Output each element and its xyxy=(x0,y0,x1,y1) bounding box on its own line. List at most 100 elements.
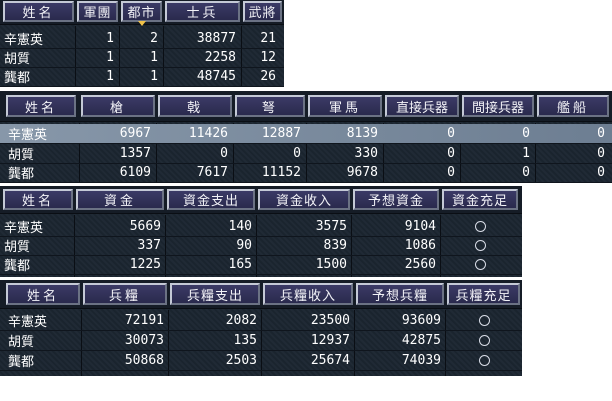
city-overview-panel: 姓名 軍團 都市 士兵 武將 辛憲英 1 2 38877 21 胡質 1 1 2… xyxy=(0,0,284,87)
provisions-value: 72191 xyxy=(124,313,164,328)
circle-icon xyxy=(478,335,490,346)
col-header-provisions-income[interactable]: 兵糧收入 xyxy=(263,283,353,305)
col-header-direct-weapons[interactable]: 直接兵器 xyxy=(385,95,459,117)
provisions-forecast-value: 93609 xyxy=(401,313,441,328)
table-row[interactable]: 龔都 1225 165 1500 2560 xyxy=(0,255,522,275)
col-header-indirect-weapons[interactable]: 間接兵器 xyxy=(462,95,534,117)
circle-icon xyxy=(474,240,486,251)
table-row-selected[interactable]: 辛憲英 6967 11426 12887 8139 0 0 0 xyxy=(0,124,612,144)
funds-forecast-value: 9104 xyxy=(404,219,436,234)
col-header-crossbow[interactable]: 弩 xyxy=(235,95,305,117)
funds-forecast-value: 2560 xyxy=(404,257,436,272)
col-header-horse[interactable]: 軍馬 xyxy=(308,95,382,117)
provisions-spending-value: 135 xyxy=(233,333,257,348)
provisions-value: 30073 xyxy=(124,333,164,348)
horse-value: 9678 xyxy=(346,165,378,180)
halberd-value: 0 xyxy=(220,146,228,161)
generals-value: 12 xyxy=(260,50,276,65)
provisions-forecast-value: 42875 xyxy=(401,333,441,348)
soldiers-value: 38877 xyxy=(196,31,236,46)
funds-value: 337 xyxy=(137,238,161,253)
army-value: 1 xyxy=(106,31,114,46)
provisions-forecast-value: 74039 xyxy=(401,353,441,368)
circle-icon xyxy=(478,315,490,326)
halberd-value: 11426 xyxy=(188,126,228,141)
provisions-income-value: 23500 xyxy=(310,313,350,328)
table-row[interactable]: 胡質 337 90 839 1086 xyxy=(0,236,522,256)
funds-income-value: 1500 xyxy=(315,257,347,272)
col-header-army[interactable]: 軍團 xyxy=(77,1,118,22)
officer-name: 龔都 xyxy=(4,259,31,274)
crossbow-value: 11152 xyxy=(261,165,301,180)
crossbow-value: 0 xyxy=(293,146,301,161)
col-header-funds-sufficient[interactable]: 資金充足 xyxy=(442,189,518,210)
city-overview-header: 姓名 軍團 都市 士兵 武將 xyxy=(0,0,284,26)
ships-value: 0 xyxy=(597,126,605,141)
col-header-spear[interactable]: 槍 xyxy=(81,95,155,117)
col-header-city[interactable]: 都市 xyxy=(121,1,162,26)
col-header-funds-forecast[interactable]: 予想資金 xyxy=(353,189,439,210)
circle-icon xyxy=(478,355,490,366)
horse-value: 330 xyxy=(354,146,378,161)
halberd-value: 7617 xyxy=(196,165,228,180)
soldiers-value: 48745 xyxy=(196,69,236,84)
officer-name: 胡質 xyxy=(4,240,31,255)
col-header-soldiers[interactable]: 士兵 xyxy=(165,1,240,22)
officer-name: 辛憲英 xyxy=(8,315,48,330)
army-value: 1 xyxy=(106,69,114,84)
col-header-name[interactable]: 姓名 xyxy=(6,283,80,305)
col-header-provisions-sufficient[interactable]: 兵糧充足 xyxy=(447,283,520,305)
spear-value: 6109 xyxy=(119,165,151,180)
table-row[interactable]: 辛憲英 72191 2082 23500 93609 xyxy=(0,311,522,331)
col-header-provisions[interactable]: 兵糧 xyxy=(83,283,167,305)
crossbow-value: 12887 xyxy=(261,126,301,141)
soldiers-value: 2258 xyxy=(204,50,236,65)
col-header-provisions-forecast[interactable]: 予想兵糧 xyxy=(356,283,444,305)
col-header-provisions-spending[interactable]: 兵糧支出 xyxy=(170,283,260,305)
table-row[interactable]: 龔都 1 1 48745 26 xyxy=(0,67,284,87)
funds-sufficient-indicator xyxy=(441,217,519,236)
direct-weapons-value: 0 xyxy=(447,146,455,161)
provisions-header: 姓名 兵糧 兵糧支出 兵糧收入 予想兵糧 兵糧充足 xyxy=(0,280,522,309)
provisions-spending-value: 2082 xyxy=(225,313,257,328)
city-value: 2 xyxy=(150,31,158,46)
funds-forecast-value: 1086 xyxy=(404,238,436,253)
generals-value: 26 xyxy=(260,69,276,84)
funds-income-value: 3575 xyxy=(315,219,347,234)
officer-name: 辛憲英 xyxy=(4,221,44,236)
table-row[interactable]: 胡質 30073 135 12937 42875 xyxy=(0,331,522,351)
col-header-halberd[interactable]: 戟 xyxy=(158,95,232,117)
col-header-funds-spending[interactable]: 資金支出 xyxy=(167,189,255,210)
equipment-header: 姓名 槍 戟 弩 軍馬 直接兵器 間接兵器 艦船 xyxy=(0,91,612,122)
horse-value: 8139 xyxy=(346,126,378,141)
col-header-name[interactable]: 姓名 xyxy=(6,95,76,117)
col-header-funds-income[interactable]: 資金收入 xyxy=(258,189,350,210)
provisions-sufficient-indicator xyxy=(446,351,522,370)
col-header-name[interactable]: 姓名 xyxy=(3,189,73,210)
table-row[interactable]: 龔都 6109 7617 11152 9678 0 0 0 xyxy=(0,163,612,183)
table-row[interactable]: 胡質 1357 0 0 330 0 1 0 xyxy=(0,144,612,164)
ships-value: 0 xyxy=(597,165,605,180)
officer-name: 胡質 xyxy=(8,335,35,350)
table-row[interactable]: 龔都 50868 2503 25674 74039 xyxy=(0,351,522,371)
generals-value: 21 xyxy=(260,31,276,46)
army-value: 1 xyxy=(106,50,114,65)
provisions-spending-value: 2503 xyxy=(225,353,257,368)
table-row[interactable]: 辛憲英 1 2 38877 21 xyxy=(0,29,284,49)
circle-icon xyxy=(474,221,486,232)
funds-sufficient-indicator xyxy=(441,236,519,255)
funds-header: 姓名 資金 資金支出 資金收入 予想資金 資金充足 xyxy=(0,186,522,214)
funds-value: 5669 xyxy=(129,219,161,234)
col-header-name[interactable]: 姓名 xyxy=(3,1,74,22)
table-row[interactable]: 胡質 1 1 2258 12 xyxy=(0,48,284,68)
funds-income-value: 839 xyxy=(323,238,347,253)
spear-value: 6967 xyxy=(119,126,151,141)
col-header-funds[interactable]: 資金 xyxy=(76,189,164,210)
funds-panel: 姓名 資金 資金支出 資金收入 予想資金 資金充足 辛憲英 5669 140 3… xyxy=(0,186,522,277)
col-header-generals[interactable]: 武將 xyxy=(243,1,282,22)
col-header-ships[interactable]: 艦船 xyxy=(537,95,609,117)
equipment-panel: 姓名 槍 戟 弩 軍馬 直接兵器 間接兵器 艦船 辛憲英 6967 11426 … xyxy=(0,91,612,183)
funds-spending-value: 165 xyxy=(228,257,252,272)
provisions-income-value: 25674 xyxy=(310,353,350,368)
table-row[interactable]: 辛憲英 5669 140 3575 9104 xyxy=(0,217,522,237)
